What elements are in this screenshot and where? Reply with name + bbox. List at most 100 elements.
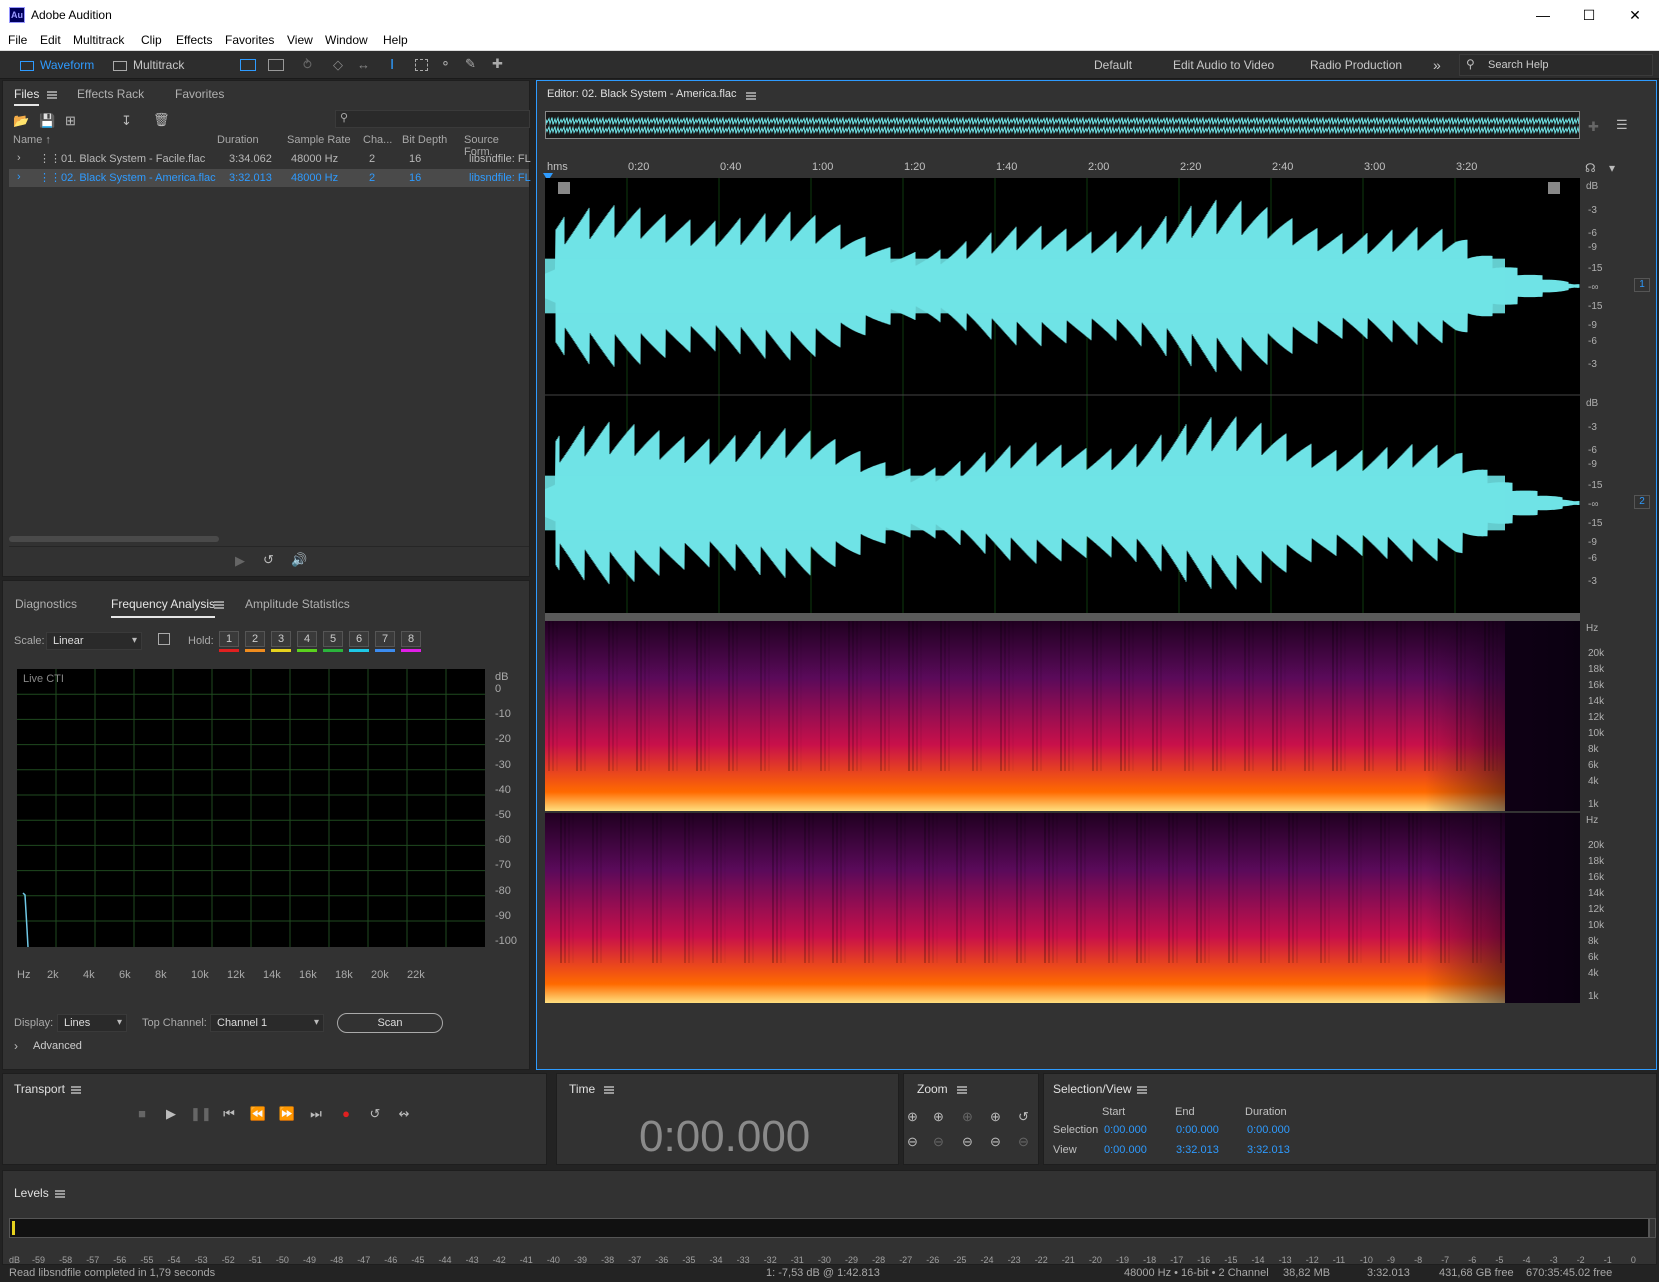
razor-tool-icon[interactable]: ◇	[333, 57, 343, 73]
loop-icon[interactable]: ↺	[365, 1106, 385, 1122]
view-start[interactable]: 0:00.000	[1104, 1144, 1147, 1156]
file-row[interactable]: › ⋮⋮ 01. Black System - Facile.flac 3:34…	[9, 150, 531, 168]
hold-button-4[interactable]: 4	[297, 631, 317, 647]
import-file-icon[interactable]: 💾	[39, 113, 55, 129]
spectral-display-icon[interactable]	[240, 59, 256, 71]
expand-chevron-icon[interactable]: ›	[17, 152, 21, 164]
zoom-in-time-icon[interactable]: ⊕	[933, 1109, 944, 1125]
level-clip-indicator[interactable]	[1649, 1218, 1656, 1238]
time-display[interactable]: 0:00.000	[639, 1112, 810, 1162]
pin-icon[interactable]: ▾	[1609, 161, 1615, 175]
menu-multitrack[interactable]: Multitrack	[73, 33, 124, 47]
tab-amplitude-statistics[interactable]: Amplitude Statistics	[245, 597, 350, 611]
go-to-end-icon[interactable]: ⏭	[306, 1106, 326, 1122]
col-bit-depth[interactable]: Bit Depth	[402, 134, 447, 146]
levels-menu-icon[interactable]	[55, 1190, 65, 1198]
channel-badge[interactable]: 2	[1634, 495, 1650, 509]
selection-start[interactable]: 0:00.000	[1104, 1124, 1147, 1136]
view-end[interactable]: 3:32.013	[1176, 1144, 1219, 1156]
play-preview-icon[interactable]: ▶	[235, 553, 245, 569]
menu-favorites[interactable]: Favorites	[225, 33, 274, 47]
time-selection-tool-icon[interactable]: I	[390, 56, 394, 73]
selection-end[interactable]: 0:00.000	[1176, 1124, 1219, 1136]
tab-diagnostics[interactable]: Diagnostics	[15, 597, 77, 611]
channel-badge[interactable]: 1	[1634, 278, 1650, 292]
editor-menu-icon[interactable]	[746, 92, 756, 100]
scale-dropdown[interactable]: Linear	[46, 632, 142, 650]
advanced-chevron-icon[interactable]: ›	[14, 1039, 18, 1053]
scan-button[interactable]: Scan	[337, 1013, 443, 1033]
tab-favorites[interactable]: Favorites	[175, 87, 224, 101]
view-duration[interactable]: 3:32.013	[1247, 1144, 1290, 1156]
skip-selection-icon[interactable]: ↭	[394, 1106, 414, 1122]
files-menu-icon[interactable]	[47, 91, 57, 99]
marquee-tool-icon[interactable]	[415, 59, 428, 71]
rewind-icon[interactable]: ⏪	[248, 1106, 268, 1122]
search-help-field[interactable]: ⚲ Search Help	[1459, 54, 1653, 76]
menu-edit[interactable]: Edit	[40, 33, 61, 47]
workspace-default[interactable]: Default	[1094, 55, 1132, 75]
zoom-out-amplitude-icon[interactable]: ⊖	[907, 1134, 918, 1150]
pause-icon[interactable]: ❚❚	[190, 1106, 212, 1122]
workspace-more-button[interactable]: »	[1433, 55, 1441, 75]
fast-forward-icon[interactable]: ⏩	[277, 1106, 297, 1122]
workspace-radio-production[interactable]: Radio Production	[1310, 55, 1402, 75]
headphones-icon[interactable]: ☊	[1585, 161, 1596, 175]
slip-tool-icon[interactable]: ↔	[357, 57, 370, 72]
zoom-overview-icon[interactable]: ✚	[1588, 119, 1599, 135]
tab-files[interactable]: Files	[14, 87, 40, 106]
files-scrollbar[interactable]	[9, 536, 219, 542]
time-ruler[interactable]: hms 0:20 0:40 1:00 1:20 1:40 2:00 2:20 2:40 3:00 3…	[545, 161, 1580, 177]
freq-menu-icon[interactable]	[214, 601, 224, 609]
hold-button-8[interactable]: 8	[401, 631, 421, 647]
hold-button-1[interactable]: 1	[219, 631, 239, 647]
spectral-pitch-icon[interactable]	[268, 59, 284, 71]
tab-effects-rack[interactable]: Effects Rack	[77, 87, 144, 101]
time-menu-icon[interactable]	[604, 1086, 614, 1094]
play-icon[interactable]: ▶	[161, 1106, 181, 1122]
multitrack-view-button[interactable]: Multitrack	[113, 55, 203, 75]
spectral-divider[interactable]	[545, 613, 1580, 621]
top-channel-dropdown[interactable]: Channel 1	[210, 1014, 324, 1032]
menu-window[interactable]: Window	[325, 33, 368, 47]
tab-frequency-analysis[interactable]: Frequency Analysis	[111, 597, 216, 618]
zoom-out-right-icon[interactable]: ⊖	[1018, 1134, 1029, 1150]
panel-options-icon[interactable]: ☰	[1616, 117, 1628, 133]
close-button[interactable]: ✕	[1612, 0, 1658, 31]
display-dropdown[interactable]: Lines	[57, 1014, 127, 1032]
file-row-selected[interactable]: › ⋮⋮ 02. Black System - America.flac 3:3…	[9, 169, 531, 187]
menu-file[interactable]: File	[8, 33, 27, 47]
files-search-input[interactable]: ⚲	[335, 110, 530, 128]
waveform-view-button[interactable]: Waveform	[20, 55, 102, 75]
zoom-out-full-icon[interactable]: ⊖	[990, 1134, 1001, 1150]
zoom-in-selection-icon[interactable]: ⊕	[962, 1109, 973, 1125]
menu-clip[interactable]: Clip	[141, 33, 162, 47]
minimize-button[interactable]: —	[1520, 0, 1566, 31]
selection-menu-icon[interactable]	[1137, 1086, 1147, 1094]
hold-button-2[interactable]: 2	[245, 631, 265, 647]
spot-healing-icon[interactable]: ✚	[492, 56, 503, 72]
lasso-tool-icon[interactable]: ⚬	[440, 56, 451, 72]
col-channels[interactable]: Cha...	[363, 134, 392, 146]
col-duration[interactable]: Duration	[217, 134, 259, 146]
frequency-graph[interactable]: Live CTI	[17, 669, 485, 947]
col-name[interactable]: Name ↑	[13, 134, 51, 146]
new-file-icon[interactable]: ⊞	[65, 113, 76, 129]
autoplay-icon[interactable]: 🔊	[291, 552, 307, 568]
transport-menu-icon[interactable]	[71, 1086, 81, 1094]
maximize-button[interactable]: ☐	[1566, 0, 1612, 31]
col-sample-rate[interactable]: Sample Rate	[287, 134, 351, 146]
hold-button-5[interactable]: 5	[323, 631, 343, 647]
hold-button-7[interactable]: 7	[375, 631, 395, 647]
zoom-out-time-icon[interactable]: ⊖	[933, 1134, 944, 1150]
open-file-icon[interactable]: 📂	[13, 113, 29, 129]
zoom-reset-icon[interactable]: ↺	[1018, 1109, 1029, 1125]
loop-preview-icon[interactable]: ↺	[263, 552, 274, 568]
waveform-display[interactable]	[545, 178, 1580, 613]
selection-duration[interactable]: 0:00.000	[1247, 1124, 1290, 1136]
move-tool-icon[interactable]: ⥁	[303, 57, 312, 73]
workspace-edit-audio-to-video[interactable]: Edit Audio to Video	[1173, 55, 1274, 75]
zoom-in-amplitude-icon[interactable]: ⊕	[907, 1109, 918, 1125]
insert-icon[interactable]: ↧	[121, 113, 132, 129]
zoom-in-left-icon[interactable]: ⊖	[962, 1134, 973, 1150]
